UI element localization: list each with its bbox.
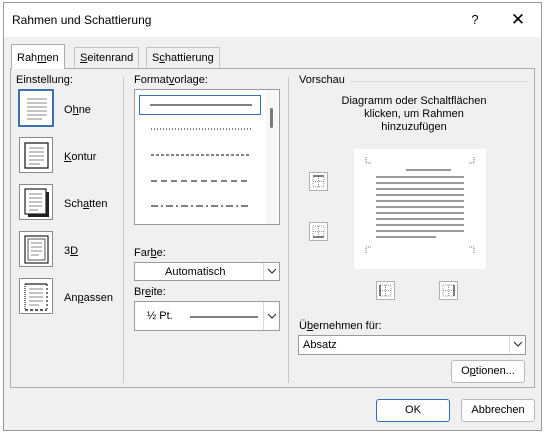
- help-icon: ?: [471, 12, 479, 27]
- preview-heading-rule: [350, 81, 528, 82]
- color-value: Automatisch: [165, 266, 226, 278]
- settings-heading: Einstellung:: [16, 74, 73, 86]
- border-right-button[interactable]: [439, 281, 458, 300]
- borders-and-shading-dialog: Rahmen und Schattierung ? ✕ Rahmen Seite…: [3, 2, 542, 431]
- preview-instruction: Diagramm oder Schaltflächen klicken, um …: [341, 95, 487, 133]
- border-right-icon: [442, 284, 455, 297]
- apply-to-label: Übernehmen für:: [299, 320, 382, 332]
- apply-to-dropdown[interactable]: Absatz: [298, 335, 526, 355]
- tab-shading[interactable]: Schattierung: [146, 47, 220, 68]
- style-list-scrollbar[interactable]: [266, 90, 278, 224]
- line-style-solid[interactable]: [139, 95, 261, 115]
- close-icon: ✕: [510, 10, 526, 29]
- width-line-sample: [190, 316, 258, 318]
- setting-none-label[interactable]: Ohne: [64, 104, 91, 116]
- tab-borders[interactable]: Rahmen: [11, 44, 65, 69]
- setting-box-icon: [24, 142, 49, 169]
- setting-box-label[interactable]: Kontur: [64, 151, 96, 163]
- line-style-dotted[interactable]: [139, 120, 261, 140]
- scrollbar-thumb[interactable]: [270, 108, 273, 128]
- tab-page-border[interactable]: Seitenrand: [74, 47, 140, 68]
- divider-preview: [288, 77, 289, 383]
- setting-shadow-icon: [24, 188, 49, 217]
- setting-none-button[interactable]: [18, 89, 54, 127]
- setting-3d-label[interactable]: 3D: [64, 245, 78, 257]
- preview-heading: Vorschau: [299, 74, 345, 86]
- width-value: ½ Pt.: [147, 310, 173, 322]
- cancel-button[interactable]: Abbrechen: [461, 399, 535, 422]
- apply-to-dropdown-arrow[interactable]: [509, 336, 525, 353]
- color-label: Farbe:: [134, 247, 166, 259]
- chevron-down-icon: [267, 268, 277, 274]
- chevron-down-icon: [513, 341, 523, 347]
- apply-to-value: Absatz: [303, 339, 337, 351]
- width-label: Breite:: [134, 286, 166, 298]
- border-top-icon: [312, 175, 325, 188]
- setting-custom-button[interactable]: [19, 278, 53, 314]
- line-style-list[interactable]: [134, 89, 280, 225]
- border-bottom-icon: [312, 225, 325, 238]
- width-dropdown[interactable]: ½ Pt.: [134, 301, 280, 331]
- border-left-button[interactable]: [376, 281, 395, 300]
- width-dropdown-arrow[interactable]: [263, 302, 279, 330]
- setting-shadow-label[interactable]: Schatten: [64, 198, 107, 210]
- setting-none-icon: [27, 98, 47, 120]
- close-button[interactable]: ✕: [504, 7, 532, 33]
- border-top-button[interactable]: [309, 172, 328, 191]
- color-dropdown-arrow[interactable]: [263, 263, 279, 280]
- setting-shadow-button[interactable]: [19, 184, 53, 220]
- line-style-dashed[interactable]: [139, 172, 261, 192]
- chevron-down-icon: [267, 313, 277, 319]
- ok-button[interactable]: OK: [376, 399, 450, 422]
- border-bottom-button[interactable]: [309, 222, 328, 241]
- setting-box-button[interactable]: [19, 137, 53, 173]
- preview-page-icon: [365, 157, 475, 253]
- border-left-icon: [379, 284, 392, 297]
- title-bar: Rahmen und Schattierung ? ✕: [4, 3, 541, 37]
- style-heading: Formatvorlage:: [134, 74, 208, 86]
- options-button[interactable]: Optionen...: [451, 360, 525, 383]
- setting-3d-icon: [24, 235, 49, 264]
- setting-custom-icon: [24, 283, 48, 311]
- preview-diagram[interactable]: [354, 149, 486, 269]
- setting-3d-button[interactable]: [19, 231, 53, 267]
- line-style-dashed-small[interactable]: [139, 146, 261, 166]
- setting-custom-label[interactable]: Anpassen: [64, 292, 113, 304]
- dialog-title: Rahmen und Schattierung: [12, 13, 152, 27]
- divider-settings: [123, 77, 124, 383]
- help-button[interactable]: ?: [462, 7, 488, 33]
- color-dropdown[interactable]: Automatisch: [134, 262, 280, 281]
- line-style-dash-dot[interactable]: [139, 197, 261, 217]
